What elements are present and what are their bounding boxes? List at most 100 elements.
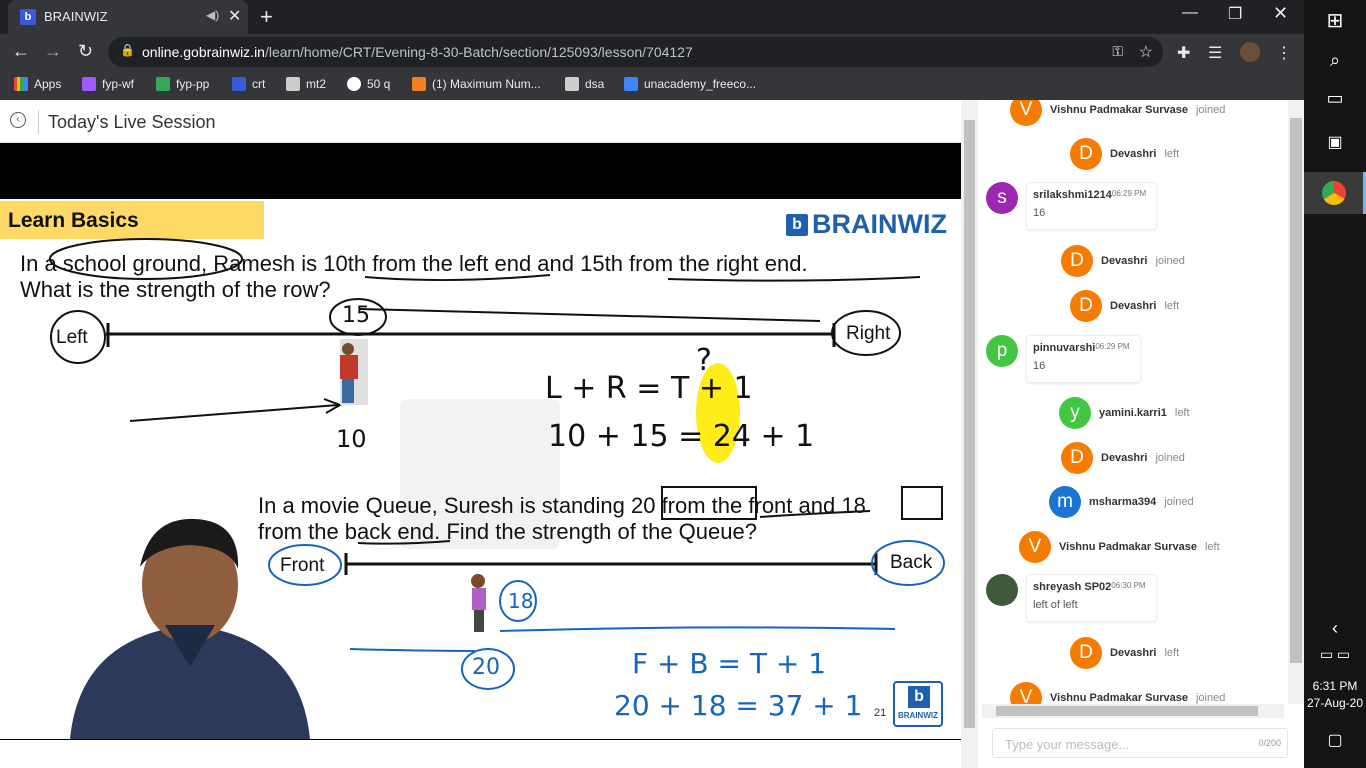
chat-scroll-thumb[interactable]: [1290, 118, 1302, 663]
q1-left-label: Left: [56, 327, 88, 348]
clock-time[interactable]: 6:31 PM: [1304, 679, 1366, 693]
url-text: online.gobrainwiz.in/learn/home/CRT/Even…: [142, 44, 693, 60]
close-tab-icon[interactable]: ✕: [228, 6, 241, 26]
menu-dots-icon[interactable]: ⋮: [1276, 43, 1292, 63]
chat-message: shreyash SP0206:30 PM left of left: [986, 574, 1157, 622]
task-view-icon[interactable]: ▭: [1304, 88, 1366, 109]
minimize-icon[interactable]: —: [1182, 4, 1198, 22]
browser-tab[interactable]: b BRAINWIZ ◀) ✕: [8, 0, 248, 34]
bookmark-maximum-num[interactable]: (1) Maximum Num...: [412, 77, 541, 91]
avatar: D: [1070, 138, 1102, 170]
back-arrow-icon[interactable]: ←: [12, 41, 30, 62]
q2-equation-1: F + B = T + 1: [632, 647, 827, 680]
presenter-video: [70, 518, 310, 739]
q2-circled-18: 18: [508, 589, 534, 613]
speaker-muted-icon[interactable]: ◀): [206, 8, 219, 22]
bookmark-mt2[interactable]: mt2: [286, 77, 326, 91]
cc-icon: [286, 77, 300, 91]
extensions-icon[interactable]: ✚: [1177, 43, 1190, 63]
profile-avatar[interactable]: [1240, 42, 1260, 62]
address-bar[interactable]: 🔒 online.gobrainwiz.in/learn/home/CRT/Ev…: [108, 37, 1163, 67]
tab-title: BRAINWIZ: [44, 9, 108, 24]
bookmark-50q[interactable]: 50 q: [347, 77, 390, 91]
chat-event: V Vishnu Padmakar Survase joined: [1010, 682, 1225, 704]
q1-equation-2: 10 + 15 = 24 + 1: [548, 419, 815, 454]
chat-event: V Vishnu Padmakar Survase joined: [1010, 100, 1225, 126]
message-bubble: srilakshmi121406:29 PM 16: [1026, 182, 1158, 230]
bookmark-star-icon[interactable]: ☆: [1139, 42, 1153, 62]
q2-equation-2: 20 + 18 = 37 + 1: [614, 689, 863, 722]
search-icon[interactable]: ⌕: [1304, 50, 1366, 71]
browser-toolbar: ← → ↻ 🔒 online.gobrainwiz.in/learn/home/…: [0, 34, 1304, 70]
clock-date[interactable]: 27-Aug-20: [1304, 696, 1366, 710]
char-counter: 0/200: [1258, 738, 1281, 748]
terminal-icon[interactable]: ▣: [1304, 132, 1366, 152]
bookmark-dsa[interactable]: dsa: [565, 77, 604, 91]
q2-back-label: Back: [890, 552, 933, 573]
chrome-taskbar-icon[interactable]: [1304, 172, 1366, 214]
globe-icon: [347, 77, 361, 91]
new-tab-icon[interactable]: +: [260, 4, 273, 30]
video-player[interactable]: Learn Basics b BRAINWIZ In a school groun…: [0, 143, 961, 740]
chat-horizontal-scrollbar[interactable]: [982, 704, 1284, 718]
apps-grid-icon: [14, 77, 28, 91]
main-scrollbar[interactable]: [961, 100, 978, 768]
bookmark-unacademy[interactable]: unacademy_freeco...: [624, 77, 756, 91]
avatar: s: [986, 182, 1018, 214]
network-icon[interactable]: ▭ ▭: [1304, 646, 1366, 663]
avatar: D: [1070, 637, 1102, 669]
chat-event: m msharma394 joined: [1049, 486, 1194, 518]
close-window-icon[interactable]: ✕: [1273, 3, 1288, 24]
chat-hscroll-thumb[interactable]: [996, 706, 1258, 716]
unacademy-icon: [624, 77, 638, 91]
chevron-left-icon[interactable]: ‹: [1304, 618, 1366, 639]
key-icon[interactable]: ⚿: [1112, 43, 1123, 60]
avatar: [986, 574, 1018, 606]
chat-scrollbar[interactable]: [1288, 100, 1304, 704]
restore-icon[interactable]: ❐: [1228, 4, 1242, 24]
input-placeholder: Type your message...: [1005, 737, 1130, 752]
brainwiz-b-icon: b: [908, 686, 930, 708]
bookmark-crt[interactable]: crt: [232, 77, 265, 91]
bookmark-apps[interactable]: Apps: [14, 77, 61, 91]
lesson-slide: Learn Basics b BRAINWIZ In a school groun…: [0, 199, 961, 739]
reload-icon[interactable]: ↻: [78, 41, 93, 62]
chat-messages[interactable]: V Vishnu Padmakar Survase joined D Devashri…: [978, 100, 1288, 704]
avatar: V: [1019, 531, 1051, 563]
page-title: Today's Live Session: [48, 112, 216, 132]
chat-message-input[interactable]: Type your message... 0/200: [992, 728, 1288, 758]
message-bubble: shreyash SP0206:30 PM left of left: [1026, 574, 1157, 622]
figma-icon: [82, 77, 96, 91]
windows-start-icon[interactable]: ⊞: [1304, 8, 1366, 33]
avatar: m: [1049, 486, 1081, 518]
bookmark-fyp-pp[interactable]: fyp-pp: [156, 77, 209, 91]
brainwiz-favicon-icon: b: [20, 9, 36, 25]
chat-event: D Devashri left: [1070, 138, 1179, 170]
stackoverflow-icon: [412, 77, 426, 91]
chat-panel: V Vishnu Padmakar Survase joined D Devashri…: [978, 100, 1304, 768]
q2-circled-20: 20: [472, 655, 500, 680]
chat-event: V Vishnu Padmakar Survase left: [1019, 531, 1220, 563]
q1-right-label: Right: [846, 323, 891, 344]
slide-page-number: 21: [874, 707, 887, 719]
chat-message: p pinnuvarshi06:29 PM 16: [986, 335, 1141, 383]
q1-position-10: 10: [336, 425, 367, 453]
bookmark-fyp-wf[interactable]: fyp-wf: [82, 77, 134, 91]
header-divider: [38, 110, 39, 134]
windows-taskbar: ⊞ ⌕ ▭ ▣ ‹ ▭ ▭ 6:31 PM 27-Aug-20 ▢: [1304, 0, 1366, 768]
page-content: ‹ Today's Live Session Learn Basics b BRA…: [0, 100, 1304, 768]
session-header: ‹ Today's Live Session: [0, 100, 961, 143]
avatar: D: [1061, 245, 1093, 277]
main-scroll-thumb[interactable]: [964, 120, 975, 728]
tab-strip: b BRAINWIZ ◀) ✕ + — ❐ ✕: [0, 0, 1304, 34]
back-circle-icon[interactable]: ‹: [10, 112, 26, 128]
chat-event: D Devashri left: [1070, 637, 1179, 669]
media-control-icon[interactable]: ☰: [1208, 43, 1222, 63]
q1-equation-1: L + R = T + 1: [545, 371, 753, 406]
forward-arrow-icon[interactable]: →: [44, 41, 62, 62]
avatar: V: [1010, 682, 1042, 704]
avatar: D: [1061, 442, 1093, 474]
notifications-icon[interactable]: ▢: [1304, 730, 1366, 750]
chat-event: D Devashri joined: [1061, 442, 1185, 474]
cc-icon: [565, 77, 579, 91]
